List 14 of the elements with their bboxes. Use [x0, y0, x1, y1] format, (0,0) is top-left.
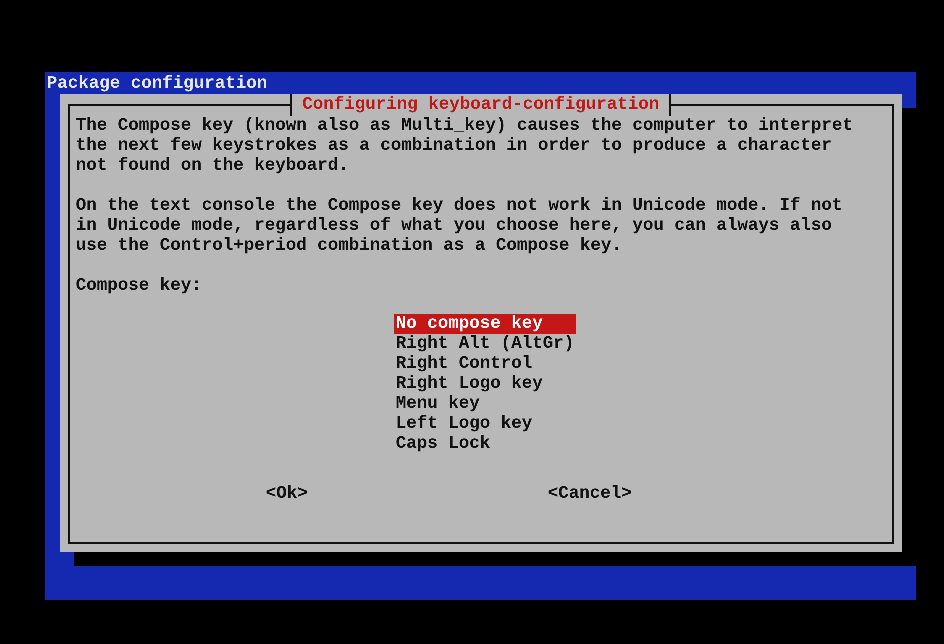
option-item[interactable]: Right Control — [394, 354, 576, 374]
option-item[interactable]: Menu key — [394, 394, 576, 414]
option-item[interactable]: Right Alt (AltGr) — [394, 334, 577, 354]
option-item[interactable]: No compose key — [394, 314, 576, 334]
description-text: The Compose key (known also as Multi_key) causes the computer to interpret the next few keystrokes as a combination in order to produce a character not found on the keyboard. — [76, 116, 854, 176]
option-item[interactable]: Right Logo key — [394, 374, 576, 394]
description-text: On the text console the Compose key does not work in Unicode mode. If not in Unicode mode, regardless of what you choose here, you can always also use the Control+period combination as a Compose key. — [76, 196, 844, 256]
dialog-title: Configuring keyboard-configuration — [290, 94, 672, 116]
dialog-button[interactable]: <Ok> — [266, 484, 308, 504]
dialog-button[interactable]: <Cancel> — [548, 484, 632, 504]
window-title: Package configuration — [46, 74, 268, 94]
option-item[interactable]: Left Logo key — [394, 414, 576, 434]
prompt-label: Compose key: — [76, 276, 202, 296]
option-item[interactable]: Caps Lock — [394, 434, 576, 454]
